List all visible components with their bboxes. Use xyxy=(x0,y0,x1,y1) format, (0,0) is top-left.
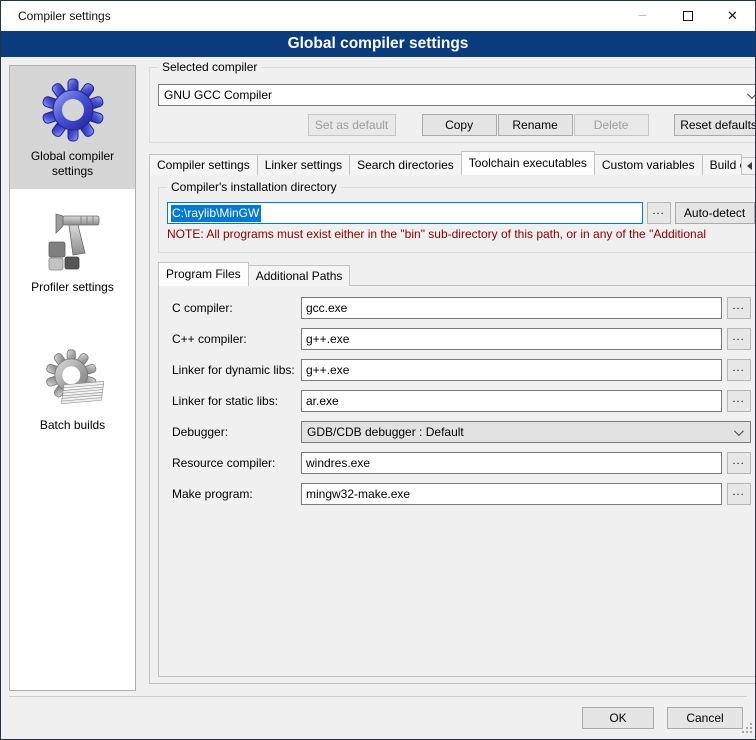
chevron-down-icon xyxy=(734,426,744,436)
installation-directory-group: Compiler's installation directory C:\ray… xyxy=(158,187,755,253)
browse-button[interactable]: ... xyxy=(727,359,751,381)
selected-compiler-group: Selected compiler GNU GCC Compiler Set a… xyxy=(149,67,755,143)
footer-buttons: OK Cancel xyxy=(1,697,755,729)
main-panel: Selected compiler GNU GCC Compiler Set a… xyxy=(149,65,755,696)
gear-stack-icon xyxy=(41,347,105,411)
compiler-select[interactable]: GNU GCC Compiler xyxy=(158,84,755,106)
sidebar-item-batch-builds[interactable]: Batch builds xyxy=(10,335,135,443)
sidebar-item-global-compiler-settings[interactable]: Global compiler settings xyxy=(10,66,135,189)
page-title: Global compiler settings xyxy=(1,31,755,57)
browse-button[interactable]: ... xyxy=(727,452,751,474)
minimize-icon: – xyxy=(639,9,647,19)
field-label: Linker for dynamic libs: xyxy=(172,363,296,377)
browse-button[interactable]: ... xyxy=(727,297,751,319)
program-tabstrip: Program Files Additional Paths xyxy=(158,263,755,286)
program-row-debugger: Debugger: GDB/CDB debugger : Default xyxy=(172,421,751,443)
close-icon: ✕ xyxy=(727,8,738,24)
program-row-static-linker: Linker for static libs: ... xyxy=(172,390,751,412)
left-arrow-icon xyxy=(747,162,752,170)
resize-grip[interactable] xyxy=(741,722,753,737)
copy-button[interactable]: Copy xyxy=(422,114,497,136)
content-area: Global compiler settings xyxy=(1,57,755,696)
program-row-c-compiler: C compiler: ... xyxy=(172,297,751,319)
compiler-settings-window: Compiler settings – ✕ Global compiler se… xyxy=(0,0,756,740)
titlebar: Compiler settings – ✕ xyxy=(1,1,755,31)
program-row-resource-compiler: Resource compiler: ... xyxy=(172,452,751,474)
tab-scroll-left-button[interactable] xyxy=(741,157,755,175)
tab-compiler-settings[interactable]: Compiler settings xyxy=(149,154,258,175)
debugger-select[interactable]: GDB/CDB debugger : Default xyxy=(301,421,751,443)
minimize-button[interactable]: – xyxy=(620,1,665,31)
sidebar-item-label: Profiler settings xyxy=(31,280,114,295)
close-button[interactable]: ✕ xyxy=(710,1,755,31)
program-row-make-program: Make program: ... xyxy=(172,483,751,505)
installation-directory-input[interactable]: C:\raylib\MinGW xyxy=(167,202,643,224)
maximize-button[interactable] xyxy=(665,1,710,31)
field-label: C++ compiler: xyxy=(172,332,296,346)
dynamic-linker-input[interactable] xyxy=(301,359,722,381)
field-label: Resource compiler: xyxy=(172,456,296,470)
settings-category-list: Global compiler settings xyxy=(9,65,136,691)
program-files-pane: C compiler: ... C++ compiler: ... Linker… xyxy=(158,285,755,677)
ok-button[interactable]: OK xyxy=(582,707,654,729)
browse-directory-button[interactable]: ... xyxy=(647,202,671,224)
caliper-icon xyxy=(41,209,105,273)
tab-custom-variables[interactable]: Custom variables xyxy=(594,154,703,175)
tab-program-files[interactable]: Program Files xyxy=(158,262,249,286)
cpp-compiler-input[interactable] xyxy=(301,328,722,350)
tab-build-options[interactable]: Build options xyxy=(702,154,742,175)
browse-button[interactable]: ... xyxy=(727,483,751,505)
program-row-dynamic-linker: Linker for dynamic libs: ... xyxy=(172,359,751,381)
browse-button[interactable]: ... xyxy=(727,390,751,412)
field-label: Debugger: xyxy=(172,425,296,439)
field-label: C compiler: xyxy=(172,301,296,315)
tab-search-directories[interactable]: Search directories xyxy=(349,154,462,175)
selected-compiler-legend: Selected compiler xyxy=(158,60,261,74)
browse-button[interactable]: ... xyxy=(727,328,751,350)
compiler-select-value: GNU GCC Compiler xyxy=(164,88,272,102)
window-title: Compiler settings xyxy=(18,9,111,23)
make-program-input[interactable] xyxy=(301,483,722,505)
c-compiler-input[interactable] xyxy=(301,297,722,319)
settings-tabstrip: Compiler settings Linker settings Search… xyxy=(149,151,755,175)
field-label: Linker for static libs: xyxy=(172,394,296,408)
reset-defaults-button[interactable]: Reset defaults xyxy=(674,114,755,136)
maximize-icon xyxy=(683,11,693,21)
dialog-footer: OK Cancel xyxy=(1,696,755,739)
static-linker-input[interactable] xyxy=(301,390,722,412)
delete-button[interactable]: Delete xyxy=(574,114,649,136)
tab-toolchain-executables[interactable]: Toolchain executables xyxy=(461,151,595,175)
field-label: Make program: xyxy=(172,487,296,501)
rename-button[interactable]: Rename xyxy=(498,114,573,136)
installation-directory-legend: Compiler's installation directory xyxy=(167,180,341,194)
compiler-buttons-row: Set as default Copy Rename Delete Reset … xyxy=(158,114,755,136)
debugger-select-value: GDB/CDB debugger : Default xyxy=(307,425,464,439)
resource-compiler-input[interactable] xyxy=(301,452,722,474)
sidebar-item-label: Batch builds xyxy=(40,418,105,433)
installation-directory-row: C:\raylib\MinGW ... Auto-detect xyxy=(167,202,755,224)
sidebar-item-profiler-settings[interactable]: Profiler settings xyxy=(10,197,135,305)
toolchain-executables-page: Compiler's installation directory C:\ray… xyxy=(149,174,755,684)
tab-additional-paths[interactable]: Additional Paths xyxy=(248,265,351,286)
chevron-down-icon xyxy=(747,89,755,99)
cancel-button[interactable]: Cancel xyxy=(667,707,743,729)
tab-linker-settings[interactable]: Linker settings xyxy=(257,154,350,175)
bin-subdirectory-note: NOTE: All programs must exist either in … xyxy=(167,227,755,241)
sidebar-item-label: Global compiler settings xyxy=(12,149,133,179)
installation-directory-value: C:\raylib\MinGW xyxy=(171,205,261,222)
auto-detect-button[interactable]: Auto-detect xyxy=(675,202,755,224)
set-as-default-button[interactable]: Set as default xyxy=(308,114,396,136)
program-row-cpp-compiler: C++ compiler: ... xyxy=(172,328,751,350)
titlebar-buttons: – ✕ xyxy=(620,1,755,31)
blue-gear-icon xyxy=(41,78,105,142)
